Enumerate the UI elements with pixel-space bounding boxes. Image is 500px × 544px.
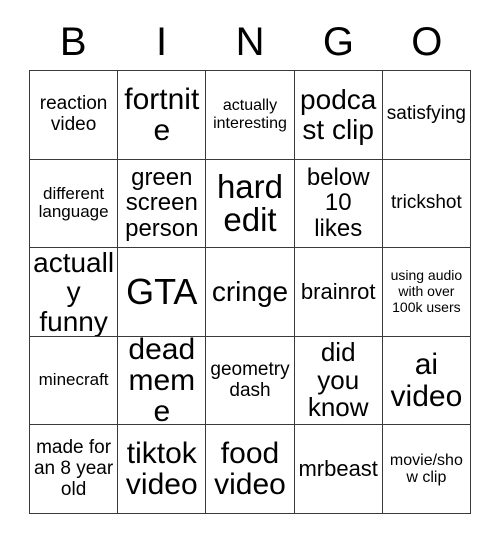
bingo-cell-b1[interactable]: reaction video (30, 71, 119, 160)
bingo-cell-g2[interactable]: below 10 likes (294, 159, 383, 249)
bingo-cell-text: different language (38, 183, 109, 222)
bingo-cell-b2[interactable]: different language (30, 159, 119, 249)
bingo-cell-text: mrbeast (298, 456, 378, 482)
bingo-header-letters: B I N G O (29, 16, 471, 68)
bingo-cell-i5[interactable]: tiktok video (118, 425, 207, 514)
bingo-card: B I N G O reaction video fortnite actual… (0, 0, 500, 544)
bingo-cell-text: actually interesting (213, 97, 287, 132)
bingo-cell-text: trickshot (391, 191, 462, 213)
bingo-cell-i1[interactable]: fortnite (118, 71, 207, 160)
bingo-cell-text: cringe (211, 276, 289, 308)
bingo-cell-g4[interactable]: did you know (294, 336, 383, 426)
bingo-cell-text: brainrot (300, 279, 376, 305)
bingo-cell-text: dead meme (128, 336, 196, 426)
bingo-cell-text: tiktok video (125, 437, 198, 502)
bingo-cell-n4[interactable]: geometry dash (206, 336, 295, 426)
bingo-cell-text: below 10 likes (306, 163, 370, 243)
bingo-header-letter-b: B (59, 20, 87, 64)
bingo-cell-o3[interactable]: using audio with over 100k users (382, 248, 471, 337)
bingo-cell-text: minecraft (38, 370, 109, 390)
bingo-cell-text: reaction video (39, 92, 108, 135)
bingo-header-letter-n: N (235, 20, 265, 64)
bingo-cell-text: using audio with over 100k users (390, 267, 463, 315)
bingo-cell-text: green screen person (125, 163, 199, 243)
bingo-cell-i2[interactable]: green screen person (118, 159, 207, 249)
bingo-grid: reaction video fortnite actually interes… (29, 70, 471, 514)
bingo-cell-b5[interactable]: made for an 8 year old (30, 425, 119, 514)
bingo-cell-text: food video (214, 437, 286, 502)
bingo-cell-i4[interactable]: dead meme (118, 336, 207, 426)
bingo-cell-text: satisfying (386, 103, 466, 125)
bingo-cell-text: made for an 8 year old (33, 436, 114, 500)
bingo-cell-b3[interactable]: actually funny (30, 248, 119, 337)
bingo-cell-o2[interactable]: trickshot (382, 159, 471, 249)
bingo-cell-text: geometry dash (210, 358, 290, 401)
bingo-header-letter-g: G (322, 20, 354, 64)
bingo-cell-g3[interactable]: brainrot (294, 248, 383, 337)
bingo-cell-n1[interactable]: actually interesting (206, 71, 295, 160)
bingo-cell-o1[interactable]: satisfying (382, 71, 471, 160)
bingo-cell-text: podcast clip (300, 84, 377, 145)
bingo-header-letter-i: I (156, 20, 168, 64)
bingo-cell-b4[interactable]: minecraft (30, 336, 119, 426)
bingo-cell-o5[interactable]: movie/show clip (382, 425, 471, 514)
bingo-cell-text: hard edit (216, 167, 284, 239)
bingo-cell-n5[interactable]: food video (206, 425, 295, 514)
bingo-cell-o4[interactable]: ai video (382, 336, 471, 426)
bingo-cell-text: GTA (126, 270, 198, 312)
bingo-cell-g1[interactable]: podcast clip (294, 71, 383, 160)
bingo-cell-n3[interactable]: cringe (206, 248, 295, 337)
bingo-cell-i3[interactable]: GTA (118, 248, 207, 337)
bingo-cell-g5[interactable]: mrbeast (294, 425, 383, 514)
bingo-cell-n2[interactable]: hard edit (206, 159, 295, 249)
bingo-cell-text: did you know (307, 337, 369, 423)
bingo-cell-text: actually funny (33, 248, 115, 337)
bingo-cell-text: fortnite (124, 82, 200, 147)
bingo-cell-text: movie/show clip (389, 451, 463, 487)
bingo-cell-text: ai video (390, 348, 463, 413)
bingo-header-letter-o: O (411, 20, 443, 64)
